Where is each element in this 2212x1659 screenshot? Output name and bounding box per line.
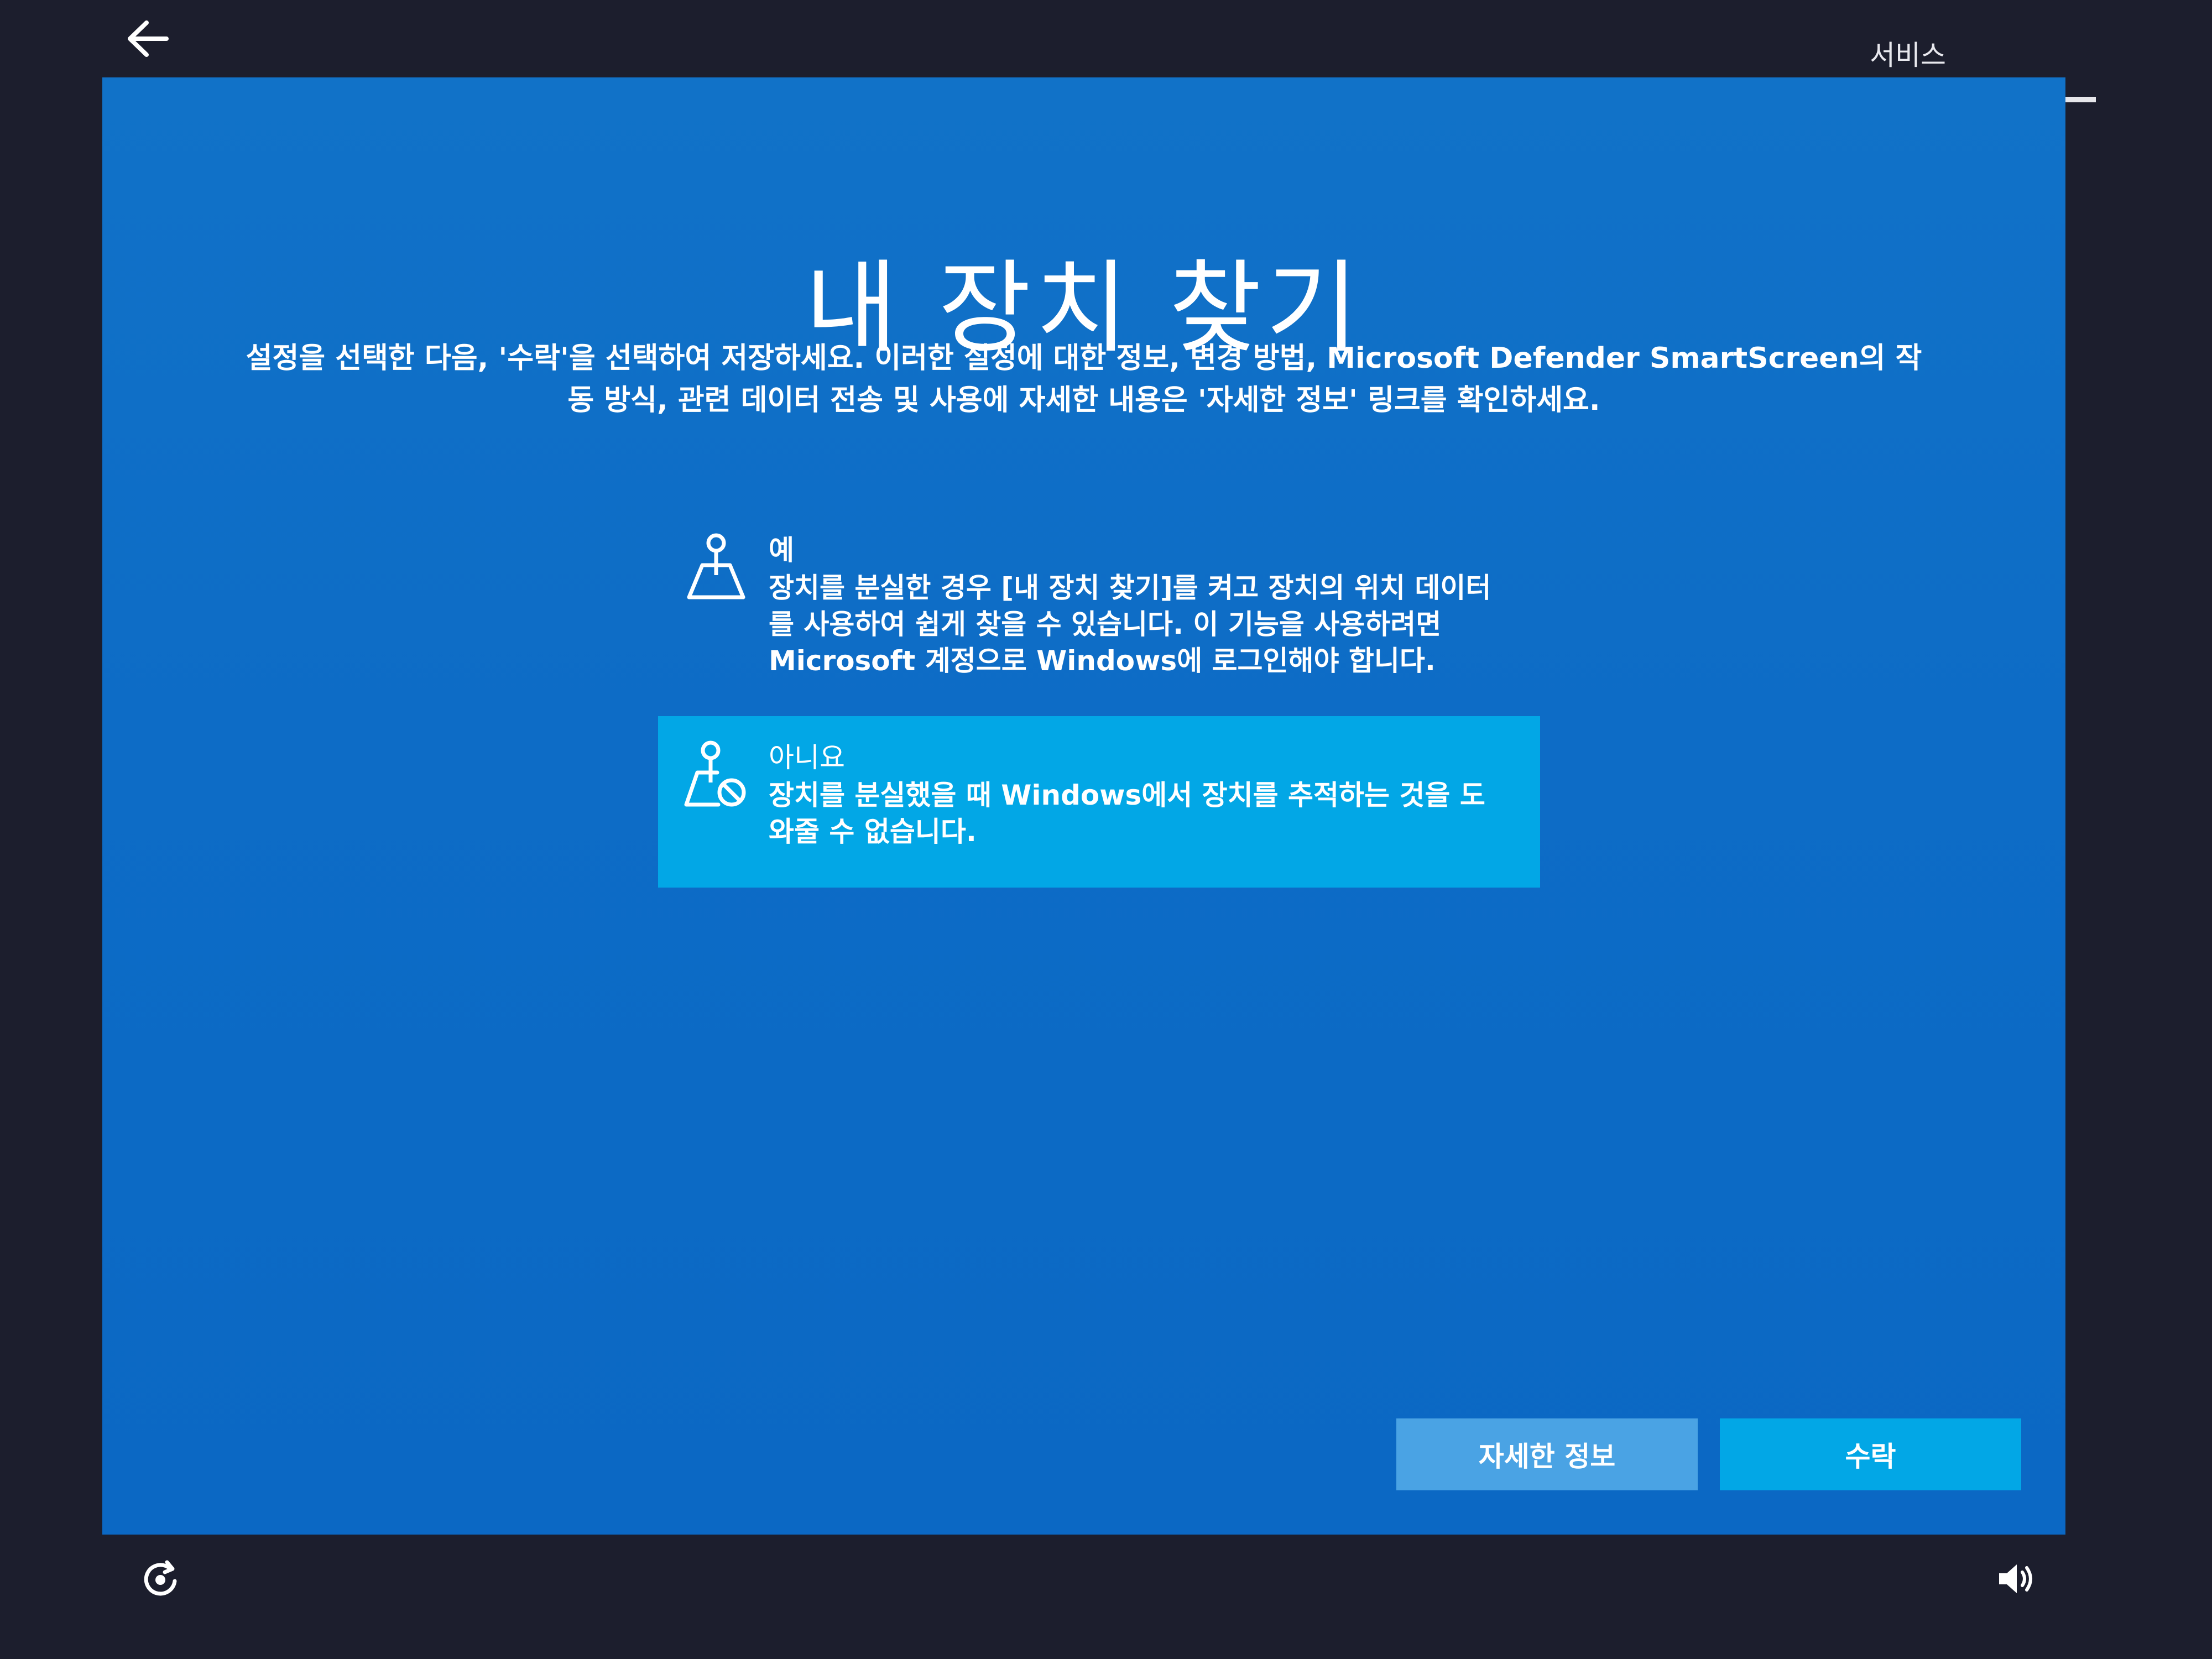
location-pin-map-icon — [680, 531, 752, 614]
oobe-window: 서비스 내 장치 찾기 설정을 선택한 다음, '수락'을 선택하여 저장하세요… — [0, 0, 2212, 1659]
arrow-left-icon — [128, 20, 169, 57]
location-pin-blocked-icon — [680, 738, 752, 821]
option-yes-text: 예 장치를 분실한 경우 [내 장치 찾기]를 켜고 장치의 위치 데이터를 사… — [769, 531, 1499, 679]
option-no-text: 아니요 장치를 분실했을 때 Windows에서 장치를 추적하는 것을 도와줄… — [769, 738, 1499, 850]
option-no-title: 아니요 — [769, 742, 845, 774]
back-button[interactable] — [113, 11, 180, 66]
volume-icon[interactable] — [1994, 1557, 2038, 1601]
option-no[interactable]: 아니요 장치를 분실했을 때 Windows에서 장치를 추적하는 것을 도와줄… — [658, 716, 1540, 888]
page-description: 설정을 선택한 다음, '수락'을 선택하여 저장하세요. 이러한 설정에 대한… — [246, 342, 1922, 417]
learn-more-button[interactable]: 자세한 정보 — [1396, 1418, 1698, 1490]
option-no-description: 장치를 분실했을 때 Windows에서 장치를 추적하는 것을 도와줄 수 없… — [769, 779, 1485, 848]
option-yes-title: 예 — [769, 534, 794, 566]
setup-panel: 내 장치 찾기 설정을 선택한 다음, '수락'을 선택하여 저장하세요. 이러… — [102, 77, 2065, 1535]
tab-services-label: 서비스 — [1870, 39, 1946, 71]
accept-button[interactable]: 수락 — [1720, 1418, 2021, 1490]
accessibility-icon[interactable] — [138, 1557, 182, 1601]
option-yes-description: 장치를 분실한 경우 [내 장치 찾기]를 켜고 장치의 위치 데이터를 사용하… — [769, 572, 1491, 677]
